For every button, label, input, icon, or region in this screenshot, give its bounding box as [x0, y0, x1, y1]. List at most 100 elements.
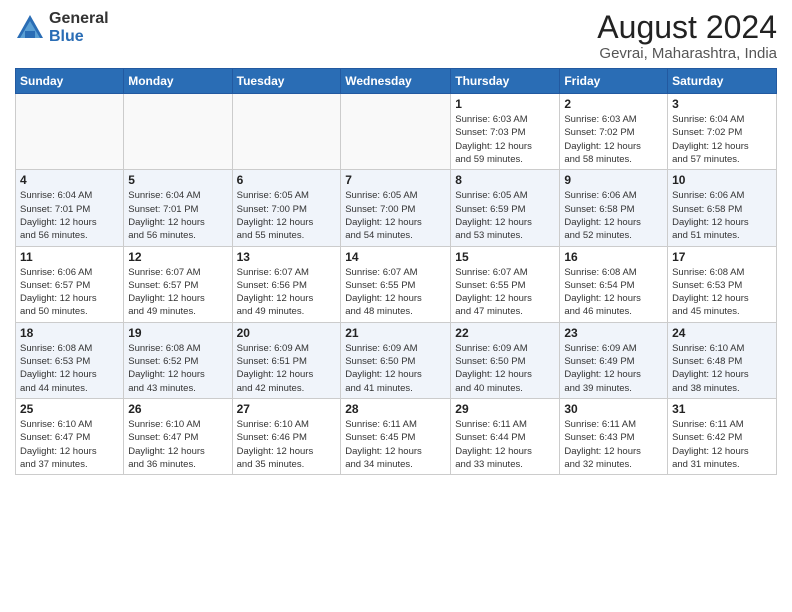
calendar-cell: 15 Sunrise: 6:07 AMSunset: 6:55 PMDayligh…	[451, 246, 560, 322]
day-number: 23	[564, 326, 663, 340]
calendar-cell: 16 Sunrise: 6:08 AMSunset: 6:54 PMDayligh…	[560, 246, 668, 322]
day-info: Sunrise: 6:08 AMSunset: 6:54 PMDaylight:…	[564, 266, 663, 319]
calendar-cell: 10 Sunrise: 6:06 AMSunset: 6:58 PMDayligh…	[668, 170, 777, 246]
day-number: 9	[564, 173, 663, 187]
title-block: August 2024 Gevrai, Maharashtra, India	[597, 10, 777, 62]
calendar-cell: 12 Sunrise: 6:07 AMSunset: 6:57 PMDayligh…	[124, 246, 232, 322]
day-number: 21	[345, 326, 446, 340]
day-number: 18	[20, 326, 119, 340]
day-info: Sunrise: 6:08 AMSunset: 6:53 PMDaylight:…	[672, 266, 772, 319]
day-info: Sunrise: 6:09 AMSunset: 6:49 PMDaylight:…	[564, 342, 663, 395]
calendar-cell: 2 Sunrise: 6:03 AMSunset: 7:02 PMDaylight…	[560, 94, 668, 170]
calendar-cell: 19 Sunrise: 6:08 AMSunset: 6:52 PMDayligh…	[124, 322, 232, 398]
calendar-cell: 24 Sunrise: 6:10 AMSunset: 6:48 PMDayligh…	[668, 322, 777, 398]
calendar-cell: 6Sunrise: 6:05 AMSunset: 7:00 PMDaylight…	[232, 170, 341, 246]
calendar-cell: 4Sunrise: 6:04 AMSunset: 7:01 PMDaylight…	[16, 170, 124, 246]
calendar-cell: 21 Sunrise: 6:09 AMSunset: 6:50 PMDayligh…	[341, 322, 451, 398]
calendar-cell: 26 Sunrise: 6:10 AMSunset: 6:47 PMDayligh…	[124, 398, 232, 474]
day-number: 5	[128, 173, 227, 187]
day-info: Sunrise: 6:10 AMSunset: 6:48 PMDaylight:…	[672, 342, 772, 395]
calendar-cell: 20 Sunrise: 6:09 AMSunset: 6:51 PMDayligh…	[232, 322, 341, 398]
day-number: 17	[672, 250, 772, 264]
day-info: Sunrise: 6:09 AMSunset: 6:50 PMDaylight:…	[345, 342, 446, 395]
day-info: Sunrise: 6:03 AMSunset: 7:02 PMDaylight:…	[564, 113, 663, 166]
day-info: Sunrise: 6:03 AMSunset: 7:03 PMDaylight:…	[455, 113, 555, 166]
calendar-cell: 27Sunrise: 6:10 AMSunset: 6:46 PMDayligh…	[232, 398, 341, 474]
day-info: Sunrise: 6:10 AMSunset: 6:46 PMDaylight:…	[237, 418, 337, 471]
logo-blue: Blue	[49, 28, 109, 46]
day-number: 22	[455, 326, 555, 340]
calendar-cell: 9 Sunrise: 6:06 AMSunset: 6:58 PMDaylight…	[560, 170, 668, 246]
day-info: Sunrise: 6:08 AMSunset: 6:52 PMDaylight:…	[128, 342, 227, 395]
day-info: Sunrise: 6:04 AMSunset: 7:02 PMDaylight:…	[672, 113, 772, 166]
calendar: SundayMondayTuesdayWednesdayThursdayFrid…	[15, 68, 777, 475]
calendar-cell: 31 Sunrise: 6:11 AMSunset: 6:42 PMDayligh…	[668, 398, 777, 474]
day-number: 1	[455, 97, 555, 111]
day-number: 31	[672, 402, 772, 416]
day-number: 6	[237, 173, 337, 187]
day-info: Sunrise: 6:11 AMSunset: 6:42 PMDaylight:…	[672, 418, 772, 471]
day-info: Sunrise: 6:05 AMSunset: 6:59 PMDaylight:…	[455, 189, 555, 242]
day-number: 10	[672, 173, 772, 187]
day-number: 20	[237, 326, 337, 340]
logo-icon	[15, 13, 45, 43]
weekday-header-monday: Monday	[124, 69, 232, 94]
day-number: 3	[672, 97, 772, 111]
day-info: Sunrise: 6:04 AMSunset: 7:01 PMDaylight:…	[20, 189, 119, 242]
day-number: 24	[672, 326, 772, 340]
weekday-header-saturday: Saturday	[668, 69, 777, 94]
calendar-cell: 23 Sunrise: 6:09 AMSunset: 6:49 PMDayligh…	[560, 322, 668, 398]
weekday-header-friday: Friday	[560, 69, 668, 94]
calendar-week-row: 11Sunrise: 6:06 AMSunset: 6:57 PMDayligh…	[16, 246, 777, 322]
day-info: Sunrise: 6:07 AMSunset: 6:57 PMDaylight:…	[128, 266, 227, 319]
calendar-cell: 7Sunrise: 6:05 AMSunset: 7:00 PMDaylight…	[341, 170, 451, 246]
day-info: Sunrise: 6:11 AMSunset: 6:43 PMDaylight:…	[564, 418, 663, 471]
day-info: Sunrise: 6:11 AMSunset: 6:44 PMDaylight:…	[455, 418, 555, 471]
calendar-cell	[341, 94, 451, 170]
day-number: 14	[345, 250, 446, 264]
calendar-cell: 8 Sunrise: 6:05 AMSunset: 6:59 PMDaylight…	[451, 170, 560, 246]
day-info: Sunrise: 6:06 AMSunset: 6:57 PMDaylight:…	[20, 266, 119, 319]
day-number: 8	[455, 173, 555, 187]
calendar-week-row: 18 Sunrise: 6:08 AMSunset: 6:53 PMDayligh…	[16, 322, 777, 398]
logo-text: General Blue	[49, 10, 109, 45]
calendar-week-row: 4Sunrise: 6:04 AMSunset: 7:01 PMDaylight…	[16, 170, 777, 246]
day-info: Sunrise: 6:09 AMSunset: 6:51 PMDaylight:…	[237, 342, 337, 395]
day-info: Sunrise: 6:10 AMSunset: 6:47 PMDaylight:…	[128, 418, 227, 471]
day-info: Sunrise: 6:07 AMSunset: 6:55 PMDaylight:…	[455, 266, 555, 319]
day-number: 30	[564, 402, 663, 416]
day-number: 26	[128, 402, 227, 416]
calendar-week-row: 1 Sunrise: 6:03 AMSunset: 7:03 PMDaylight…	[16, 94, 777, 170]
header: General Blue August 2024 Gevrai, Maharas…	[15, 10, 777, 62]
weekday-header-thursday: Thursday	[451, 69, 560, 94]
day-number: 29	[455, 402, 555, 416]
day-number: 12	[128, 250, 227, 264]
calendar-header-row: SundayMondayTuesdayWednesdayThursdayFrid…	[16, 69, 777, 94]
day-info: Sunrise: 6:06 AMSunset: 6:58 PMDaylight:…	[564, 189, 663, 242]
day-info: Sunrise: 6:08 AMSunset: 6:53 PMDaylight:…	[20, 342, 119, 395]
day-number: 19	[128, 326, 227, 340]
day-number: 15	[455, 250, 555, 264]
day-info: Sunrise: 6:06 AMSunset: 6:58 PMDaylight:…	[672, 189, 772, 242]
calendar-cell: 14Sunrise: 6:07 AMSunset: 6:55 PMDayligh…	[341, 246, 451, 322]
weekday-header-sunday: Sunday	[16, 69, 124, 94]
day-number: 25	[20, 402, 119, 416]
calendar-cell: 30 Sunrise: 6:11 AMSunset: 6:43 PMDayligh…	[560, 398, 668, 474]
calendar-cell	[124, 94, 232, 170]
calendar-week-row: 25 Sunrise: 6:10 AMSunset: 6:47 PMDayligh…	[16, 398, 777, 474]
calendar-cell	[232, 94, 341, 170]
day-info: Sunrise: 6:10 AMSunset: 6:47 PMDaylight:…	[20, 418, 119, 471]
calendar-cell: 13Sunrise: 6:07 AMSunset: 6:56 PMDayligh…	[232, 246, 341, 322]
main-title: August 2024	[597, 10, 777, 45]
day-number: 7	[345, 173, 446, 187]
calendar-cell: 3 Sunrise: 6:04 AMSunset: 7:02 PMDaylight…	[668, 94, 777, 170]
day-number: 16	[564, 250, 663, 264]
logo: General Blue	[15, 10, 109, 45]
logo-general: General	[49, 10, 109, 28]
calendar-cell: 5 Sunrise: 6:04 AMSunset: 7:01 PMDaylight…	[124, 170, 232, 246]
calendar-cell: 17 Sunrise: 6:08 AMSunset: 6:53 PMDayligh…	[668, 246, 777, 322]
day-number: 28	[345, 402, 446, 416]
day-info: Sunrise: 6:04 AMSunset: 7:01 PMDaylight:…	[128, 189, 227, 242]
calendar-cell: 29 Sunrise: 6:11 AMSunset: 6:44 PMDayligh…	[451, 398, 560, 474]
day-number: 2	[564, 97, 663, 111]
